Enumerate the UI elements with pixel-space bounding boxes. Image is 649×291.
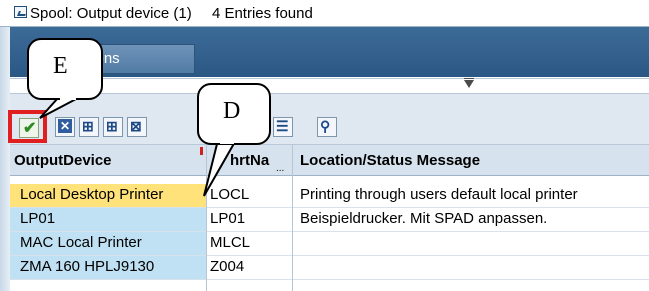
callout-e-join bbox=[60, 96, 76, 100]
callout-d: D bbox=[197, 83, 271, 145]
callout-e: E bbox=[27, 38, 103, 100]
callout-e-label: E bbox=[53, 53, 68, 79]
callout-d-label: D bbox=[223, 98, 241, 124]
callout-e-pointer bbox=[39, 97, 79, 119]
callout-d-join bbox=[220, 141, 234, 144]
callout-d-pointer bbox=[203, 139, 238, 197]
